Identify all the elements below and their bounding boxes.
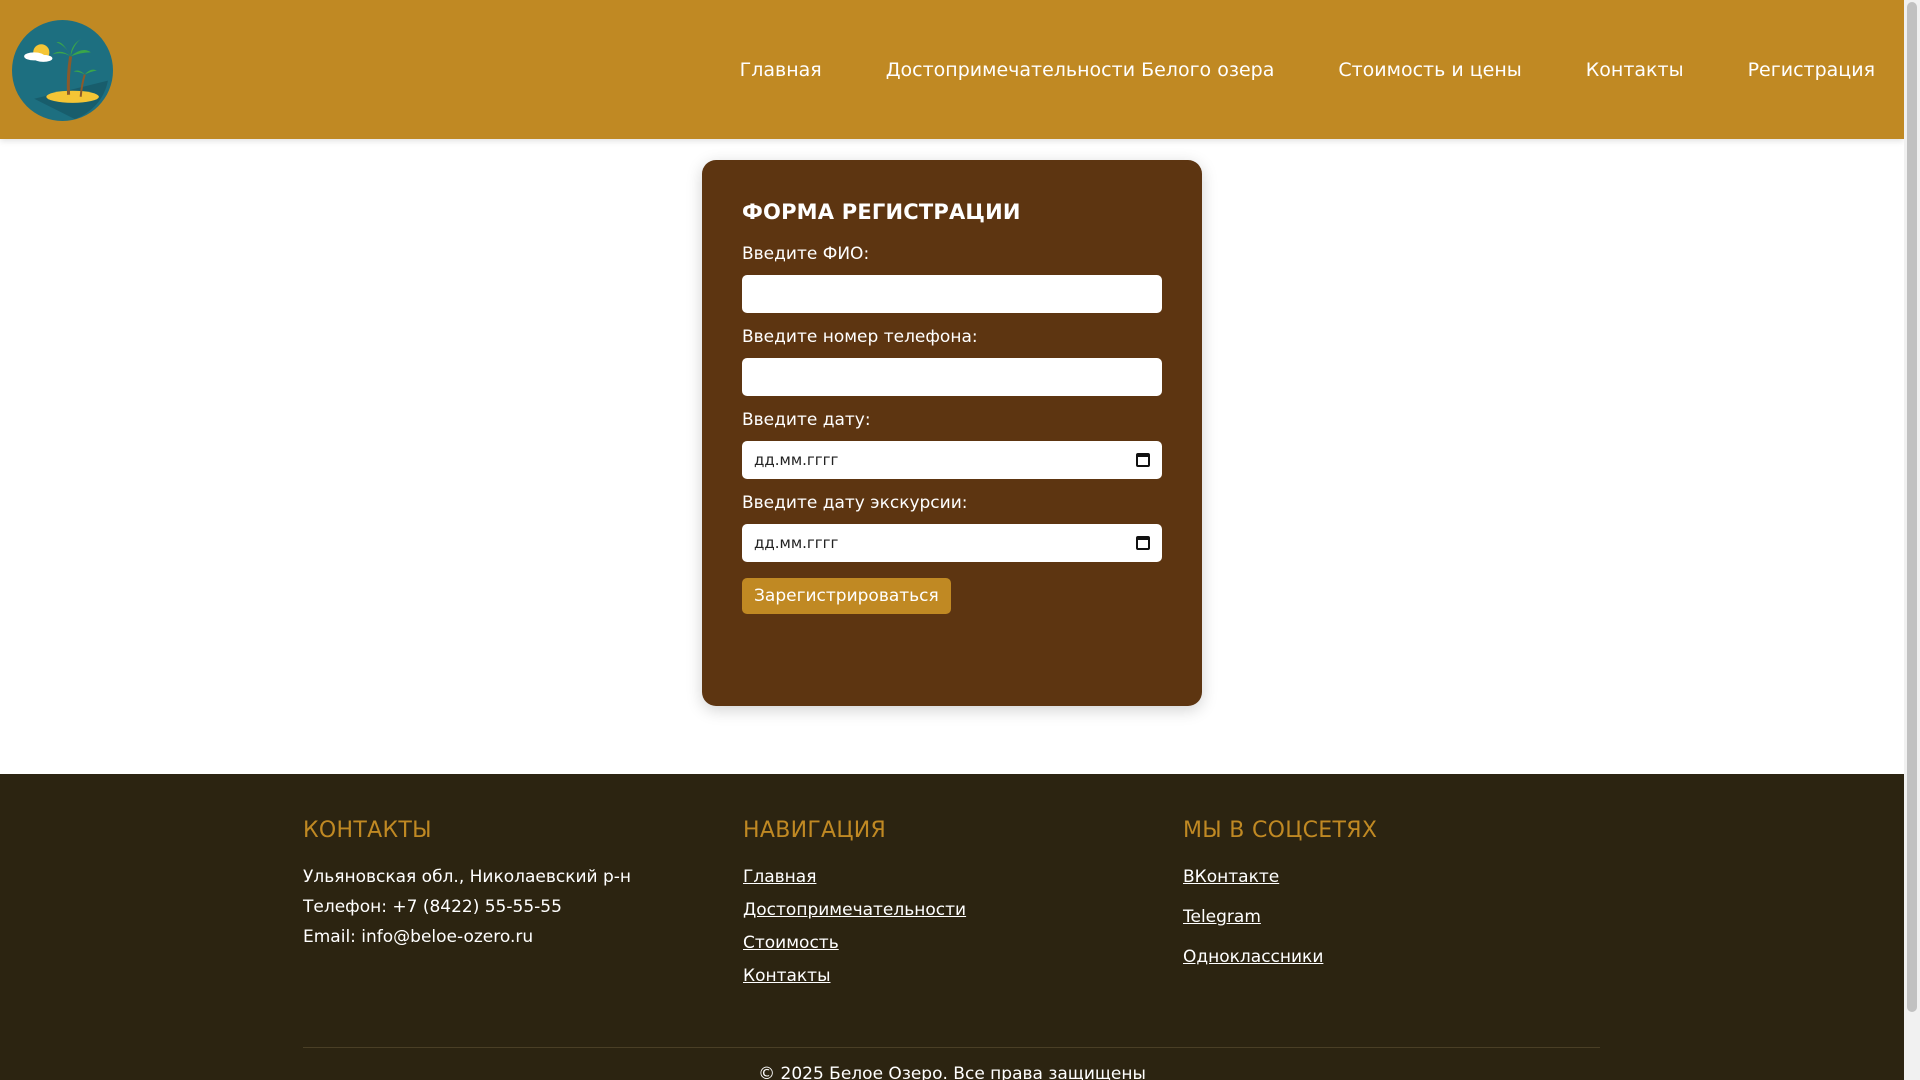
fio-label: Введите ФИО: bbox=[742, 244, 870, 264]
footer-navigation: НАВИГАЦИЯ Главная Достопримечательности … bbox=[743, 818, 966, 999]
footer-address: Ульяновская обл., Николаевский р-н bbox=[303, 867, 632, 887]
site-header: Главная Достопримечательности Белого озе… bbox=[0, 0, 1904, 139]
footer-link-odnoklassniki[interactable]: Одноклассники bbox=[1183, 947, 1377, 967]
site-footer: КОНТАКТЫ Ульяновская обл., Николаевский … bbox=[0, 774, 1904, 1080]
footer-link-attractions[interactable]: Достопримечательности bbox=[743, 900, 966, 920]
phone-label: Введите номер телефона: bbox=[742, 327, 978, 347]
page: Главная Достопримечательности Белого озе… bbox=[0, 0, 1904, 1080]
excursion-date-placeholder: дд.мм.гггг bbox=[754, 534, 839, 552]
registration-form: ФОРМА РЕГИСТРАЦИИ Введите ФИО: Введите н… bbox=[702, 160, 1202, 706]
footer-divider bbox=[303, 1047, 1600, 1048]
footer-navigation-title: НАВИГАЦИЯ bbox=[743, 818, 887, 843]
date-placeholder: дд.мм.гггг bbox=[754, 451, 839, 469]
footer-link-contacts[interactable]: Контакты bbox=[743, 966, 966, 986]
calendar-icon[interactable] bbox=[1136, 453, 1150, 467]
nav-link-registration[interactable]: Регистрация bbox=[1748, 59, 1875, 81]
date-label: Введите дату: bbox=[742, 410, 871, 430]
register-button[interactable]: Зарегистрироваться bbox=[742, 578, 951, 614]
main-nav: Главная Достопримечательности Белого озе… bbox=[740, 0, 1875, 139]
date-input[interactable]: дд.мм.гггг bbox=[742, 441, 1162, 479]
footer-link-vk[interactable]: ВКонтакте bbox=[1183, 867, 1377, 887]
scrollbar[interactable] bbox=[1904, 0, 1920, 1080]
footer-contacts-title: КОНТАКТЫ bbox=[303, 818, 432, 843]
footer-link-telegram[interactable]: Telegram bbox=[1183, 907, 1377, 927]
footer-phone: Телефон: +7 (8422) 55-55-55 bbox=[303, 897, 562, 917]
nav-link-contacts[interactable]: Контакты bbox=[1586, 59, 1684, 81]
calendar-icon[interactable] bbox=[1136, 536, 1150, 550]
footer-link-home[interactable]: Главная bbox=[743, 867, 966, 887]
excursion-date-label: Введите дату экскурсии: bbox=[742, 493, 968, 513]
footer-email: Email: info@beloe-ozero.ru bbox=[303, 927, 534, 947]
excursion-date-input[interactable]: дд.мм.гггг bbox=[742, 524, 1162, 562]
footer-link-prices[interactable]: Стоимость bbox=[743, 933, 966, 953]
phone-input[interactable] bbox=[742, 358, 1162, 396]
fio-input[interactable] bbox=[742, 275, 1162, 313]
island-logo-icon[interactable] bbox=[12, 20, 113, 121]
footer-social-title: МЫ В СОЦСЕТЯХ bbox=[1183, 818, 1378, 843]
scrollbar-thumb[interactable] bbox=[1907, 2, 1917, 1012]
nav-link-attractions[interactable]: Достопримечательности Белого озера bbox=[886, 59, 1275, 81]
footer-social: МЫ В СОЦСЕТЯХ ВКонтакте Telegram Однокла… bbox=[1183, 818, 1377, 987]
nav-link-home[interactable]: Главная bbox=[740, 59, 822, 81]
copyright: © 2025 Белое Озеро. Все права защищены bbox=[758, 1064, 1146, 1080]
footer-contacts: КОНТАКТЫ Ульяновская обл., Николаевский … bbox=[303, 818, 631, 957]
form-title: ФОРМА РЕГИСТРАЦИИ bbox=[742, 200, 1021, 224]
nav-link-prices[interactable]: Стоимость и цены bbox=[1338, 59, 1521, 81]
